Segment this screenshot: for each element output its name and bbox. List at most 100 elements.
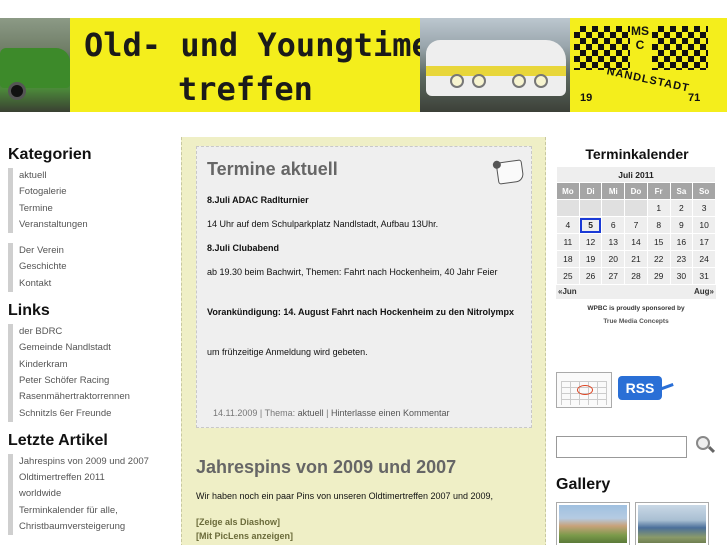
calendar-day[interactable]: 27 [601, 267, 626, 285]
calendar-day-today[interactable]: 5 [578, 216, 603, 234]
calendar-day[interactable]: 4 [556, 216, 580, 234]
calendar-day[interactable]: 19 [578, 250, 603, 268]
calendar-prev-link[interactable]: «Jun [558, 287, 577, 297]
calendar-day[interactable]: 3 [692, 199, 716, 217]
club-logo: MS C NANDLSTADT 19 71 [572, 18, 709, 112]
booking-calendar: Juli 2011 Mo Di Mi Do Fr Sa So 1 2 3 4 5 6 7 8 9 10 11 12… [556, 166, 716, 285]
calendar-day[interactable]: 11 [556, 233, 580, 251]
recent-posts-heading: Letzte Artikel [8, 431, 108, 449]
note-icon [495, 159, 525, 185]
category-link[interactable]: Veranstaltungen [8, 216, 173, 234]
post-paragraph: 8.Juli Clubabend [207, 243, 280, 253]
recent-post-link[interactable]: Oldtimertreffen 2011 [8, 470, 173, 487]
recent-posts-list: Jahrespins von 2009 und 2007 Oldtimertre… [8, 453, 173, 536]
calendar-day[interactable]: 30 [669, 267, 694, 285]
calendar-empty-cell [556, 199, 580, 217]
blogroll-link[interactable]: Schnitzls 6er Freunde [8, 405, 173, 422]
calendar-day[interactable]: 6 [601, 216, 626, 234]
calendar-weekday: Mo [556, 182, 580, 200]
post-title[interactable]: Termine aktuell [207, 159, 338, 180]
calendar-day[interactable]: 7 [624, 216, 648, 234]
post-title[interactable]: Jahrespins von 2009 und 2007 [196, 457, 456, 478]
post-comment-link[interactable]: Hinterlasse einen Kommentar [331, 408, 450, 418]
recent-post-link[interactable]: Terminkalender für alle, [8, 502, 173, 520]
gallery-thumbnail[interactable] [635, 502, 709, 545]
calendar-day[interactable]: 10 [692, 216, 716, 234]
calendar-day[interactable]: 15 [646, 233, 671, 251]
banner-title-line1: Old- und Youngtimer- [84, 26, 470, 64]
page-link[interactable]: Geschichte [8, 259, 173, 276]
calendar-month: Juli 2011 [556, 166, 716, 183]
calendar-weekday: Do [624, 182, 648, 200]
banner-car-photo-right [420, 18, 570, 112]
recent-post-link[interactable]: Jahrespins von 2009 und 2007 [8, 453, 173, 471]
categories-heading: Kategorien [8, 146, 92, 163]
banner-car-photo-left [0, 18, 70, 112]
calendar-weekday: Mi [601, 182, 626, 200]
slideshow-link[interactable]: [Zeige als Diashow] [196, 517, 280, 527]
calendar-weekday: Fr [646, 182, 671, 200]
blogroll-link[interactable]: Peter Schöfer Racing [8, 372, 173, 390]
post-paragraph: Wir haben noch ein paar Pins von unseren… [196, 491, 494, 501]
left-sidebar: Kategorien aktuell Fotogalerie Termine V… [8, 146, 173, 545]
links-heading: Links [8, 302, 50, 320]
calendar-day[interactable]: 8 [646, 216, 671, 234]
gallery-heading: Gallery [556, 476, 611, 493]
calendar-heading: Terminkalender [585, 146, 689, 162]
post-category-link[interactable]: aktuell [298, 408, 324, 418]
calendar-day[interactable]: 18 [556, 250, 580, 268]
category-link[interactable]: Termine [8, 200, 173, 217]
post-termine-aktuell: Termine aktuell 8.Juli ADAC Radlturnier … [196, 146, 532, 428]
calendar-next-link[interactable]: Aug» [694, 287, 714, 297]
magnifier-icon[interactable] [694, 435, 716, 457]
category-link[interactable]: aktuell [8, 168, 173, 185]
calendar-day[interactable]: 24 [692, 250, 716, 268]
categories-list: aktuell Fotogalerie Termine Veranstaltun… [8, 168, 173, 234]
blogroll-link[interactable]: Kinderkram [8, 356, 173, 373]
blogroll-link[interactable]: Rasenmähertraktorrennen [8, 389, 173, 406]
post-paragraph: Vorankündigung: 14. August Fahrt nach Ho… [207, 307, 515, 317]
recent-post-link[interactable]: Christbaumversteigerung [8, 519, 173, 536]
sponsor-link[interactable]: True Media Concepts [556, 318, 716, 325]
calendar-day[interactable]: 31 [692, 267, 716, 285]
post-date: 14.11.2009 [213, 408, 258, 418]
calendar-day[interactable]: 21 [624, 250, 648, 268]
calendar-day[interactable]: 17 [692, 233, 716, 251]
banner-title-line2: treffen [178, 70, 313, 108]
recent-post-link[interactable]: worldwide [8, 486, 173, 503]
calendar-day[interactable]: 1 [646, 199, 671, 217]
calendar-empty-cell [624, 199, 648, 217]
calendar-day[interactable]: 16 [669, 233, 694, 251]
calendar-day[interactable]: 2 [669, 199, 694, 217]
post-paragraph: 14 Uhr auf dem Schulparkplatz Nandlstadt… [207, 219, 439, 229]
blogroll-link[interactable]: Gemeinde Nandlstadt [8, 340, 173, 357]
calendar-day[interactable]: 9 [669, 216, 694, 234]
blogroll-link[interactable]: der BDRC [8, 324, 173, 341]
calendar-day[interactable]: 13 [601, 233, 626, 251]
calendar-day[interactable]: 20 [601, 250, 626, 268]
search-input[interactable] [556, 436, 687, 458]
calendar-day[interactable]: 28 [624, 267, 648, 285]
piclens-link[interactable]: [Mit PicLens anzeigen] [196, 531, 293, 541]
calendar-empty-cell [578, 199, 603, 217]
gallery-thumbnail[interactable] [556, 502, 630, 545]
page-link[interactable]: Der Verein [8, 243, 173, 260]
calendar-day[interactable]: 22 [646, 250, 671, 268]
main-content: Termine aktuell 8.Juli ADAC Radlturnier … [181, 137, 546, 545]
calendar-icon[interactable] [556, 372, 612, 408]
right-sidebar: Terminkalender Juli 2011 Mo Di Mi Do Fr Sa So … [556, 146, 716, 545]
calendar-day[interactable]: 12 [578, 233, 603, 251]
calendar-day[interactable]: 25 [556, 267, 580, 285]
header-banner[interactable]: Old- und Youngtimer- treffen MS C NANDLST… [0, 18, 727, 112]
links-list: der BDRC Gemeinde Nandlstadt Kinderkram … [8, 324, 173, 422]
calendar-weekday: Sa [669, 182, 694, 200]
page-link[interactable]: Kontakt [8, 275, 173, 293]
calendar-day[interactable]: 14 [624, 233, 648, 251]
calendar-weekday: Di [578, 182, 603, 200]
calendar-day[interactable]: 23 [669, 250, 694, 268]
calendar-day[interactable]: 26 [578, 267, 603, 285]
calendar-empty-cell [601, 199, 626, 217]
calendar-day[interactable]: 29 [646, 267, 671, 285]
calendar-weekday: So [692, 182, 716, 200]
category-link[interactable]: Fotogalerie [8, 184, 173, 201]
